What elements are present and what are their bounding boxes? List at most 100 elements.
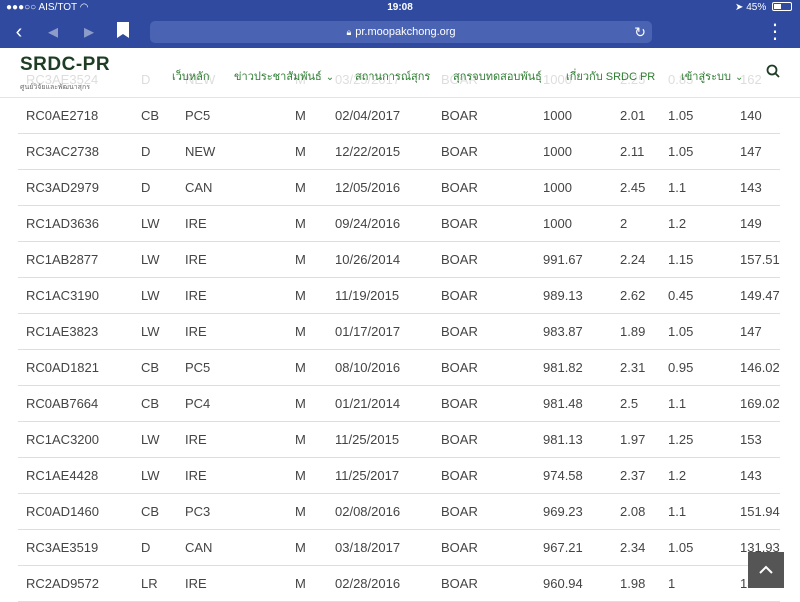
- cell-type: BOAR: [441, 360, 478, 375]
- search-icon[interactable]: [766, 64, 780, 83]
- cell-pig-id: RC3AE3519: [26, 540, 99, 555]
- back-arrow-icon[interactable]: ◂: [42, 21, 64, 43]
- cell-type: BOAR: [441, 540, 478, 555]
- cell-sex: M: [295, 216, 306, 231]
- cell-sex: M: [295, 504, 306, 519]
- cell-type: BOAR: [441, 576, 478, 591]
- cell-backfat: 1.05: [668, 144, 694, 159]
- cell-adg: 2.08: [620, 504, 646, 519]
- cell-days: 151.94: [740, 504, 780, 519]
- cell-breed: LW: [141, 432, 160, 447]
- status-right: ➤ 45%: [735, 2, 792, 13]
- table-row: RC0AD1460 CB PC3 M 02/08/2016 BOAR 969.23 2.08 1…: [18, 494, 780, 530]
- cell-birth-date: 11/25/2015: [335, 432, 400, 447]
- cell-adg: 2.34: [620, 540, 646, 555]
- cell-backfat: 1.2: [668, 216, 687, 231]
- cell-pig-id: RC0AB7664: [26, 396, 99, 411]
- back-to-top-button[interactable]: [748, 552, 784, 588]
- nav-about[interactable]: เกี่ยวกับ SRDC PR: [566, 67, 655, 85]
- cell-days: 149: [740, 216, 762, 231]
- cell-index: 983.87: [543, 324, 583, 339]
- bookmark-icon[interactable]: [112, 21, 134, 43]
- cell-line: IRE: [185, 288, 207, 303]
- battery-icon: [772, 2, 792, 11]
- address-bar[interactable]: 🔒︎ pr.moopakchong.org ↻: [150, 21, 652, 43]
- cell-birth-date: 12/22/2015: [335, 144, 401, 159]
- cell-backfat: 0.45: [668, 288, 694, 303]
- cell-breed: CB: [141, 360, 160, 375]
- nav-testing-label: สุกรจบทดสอบพันธุ์: [453, 71, 542, 83]
- cell-backfat: 0.95: [668, 360, 694, 375]
- cell-sex: M: [295, 360, 306, 375]
- cell-backfat: 1.05: [668, 324, 694, 339]
- chevron-down-icon: ⌄: [734, 72, 744, 83]
- cell-breed: LW: [141, 288, 160, 303]
- table-row: RC1AC3190 LW IRE M 11/19/2015 BOAR 989.13 2.62 0…: [18, 278, 780, 314]
- cell-backfat: 1.05: [668, 108, 694, 123]
- cell-index: 967.21: [543, 540, 583, 555]
- cell-index: 989.13: [543, 288, 583, 303]
- nav-home[interactable]: เว็บหลัก: [172, 67, 210, 85]
- table-row: RC1AC3200 LW IRE M 11/25/2015 BOAR 981.13 1.97 1…: [18, 422, 780, 458]
- cell-birth-date: 02/08/2016: [335, 504, 401, 519]
- cell-line: PC5: [185, 108, 211, 123]
- cell-days: 140: [740, 108, 762, 123]
- cell-breed: LR: [141, 576, 158, 591]
- forward-arrow-icon[interactable]: ▸: [78, 21, 100, 43]
- cell-adg: 1.97: [620, 432, 646, 447]
- nav-situation[interactable]: สถานการณ์สุกร: [355, 67, 430, 85]
- cell-birth-date: 11/19/2015: [335, 288, 400, 303]
- cell-pig-id: RC1AE4428: [26, 468, 99, 483]
- chevron-left-icon[interactable]: ‹: [8, 21, 30, 43]
- cell-sex: M: [295, 432, 306, 447]
- cell-birth-date: 09/24/2016: [335, 216, 401, 231]
- cell-sex: M: [295, 468, 306, 483]
- status-bar: ●●●○○ AIS/TOT ◠ 19:08 ➤ 45%: [0, 0, 800, 16]
- nav-news[interactable]: ข่าวประชาสัมพันธ์ ⌄: [234, 67, 334, 85]
- cell-index: 981.48: [543, 396, 583, 411]
- clock: 19:08: [387, 2, 413, 13]
- cell-birth-date: 12/05/2016: [335, 180, 401, 195]
- nav-login[interactable]: เข้าสู่ระบบ ⌄: [681, 67, 743, 85]
- cell-index: 981.13: [543, 432, 583, 447]
- cell-pig-id: RC3AC2738: [26, 144, 99, 159]
- boar-table: RC3AE3524DNEWM03/25/2017BOAR10002.250.85…: [18, 62, 780, 602]
- cell-line: PC4: [185, 396, 211, 411]
- cell-line: IRE: [185, 216, 207, 231]
- cell-days: 146.02: [740, 360, 780, 375]
- cell-adg: 2.45: [620, 180, 646, 195]
- cell-days: 147: [740, 324, 762, 339]
- cell-days: 143: [740, 180, 762, 195]
- more-vertical-icon[interactable]: ⋮: [764, 21, 786, 43]
- battery-percent: 45%: [746, 2, 767, 13]
- cell-days: 169.02: [740, 396, 780, 411]
- cell-type: BOAR: [441, 396, 478, 411]
- cell-sex: M: [295, 540, 306, 555]
- cell-days: 157.51: [740, 252, 780, 267]
- cell-breed: LW: [141, 468, 160, 483]
- cell-breed: LW: [141, 216, 160, 231]
- reload-icon[interactable]: ↻: [634, 21, 646, 43]
- nav-testing[interactable]: สุกรจบทดสอบพันธุ์: [453, 67, 542, 85]
- cell-days: 147: [740, 144, 762, 159]
- table-row: RC3AC2738 D NEW M 12/22/2015 BOAR 1000 2.11 1.05…: [18, 134, 780, 170]
- site-logo[interactable]: SRDC-PR: [20, 54, 110, 76]
- cell-birth-date: 02/04/2017: [335, 108, 401, 123]
- cell-backfat: 1.2: [668, 468, 687, 483]
- cell-birth-date: 03/18/2017: [335, 540, 401, 555]
- nav-login-label: เข้าสู่ระบบ: [681, 71, 731, 83]
- cell-adg: 2.31: [620, 360, 646, 375]
- cell-adg: 1.89: [620, 324, 646, 339]
- cell-type: BOAR: [441, 180, 478, 195]
- cell-birth-date: 01/21/2014: [335, 396, 401, 411]
- cell-line: IRE: [185, 324, 207, 339]
- cell-type: BOAR: [441, 108, 478, 123]
- lock-icon: 🔒︎: [346, 27, 352, 37]
- table-row: RC2AD9572 LR IRE M 02/28/2016 BOAR 960.94 1.98 1…: [18, 566, 780, 602]
- cell-birth-date: 08/10/2016: [335, 360, 401, 375]
- cell-type: BOAR: [441, 144, 478, 159]
- location-arrow-icon: ➤: [735, 2, 744, 13]
- cell-line: IRE: [185, 468, 207, 483]
- cell-pig-id: RC3AD2979: [26, 180, 99, 195]
- cell-sex: M: [295, 576, 306, 591]
